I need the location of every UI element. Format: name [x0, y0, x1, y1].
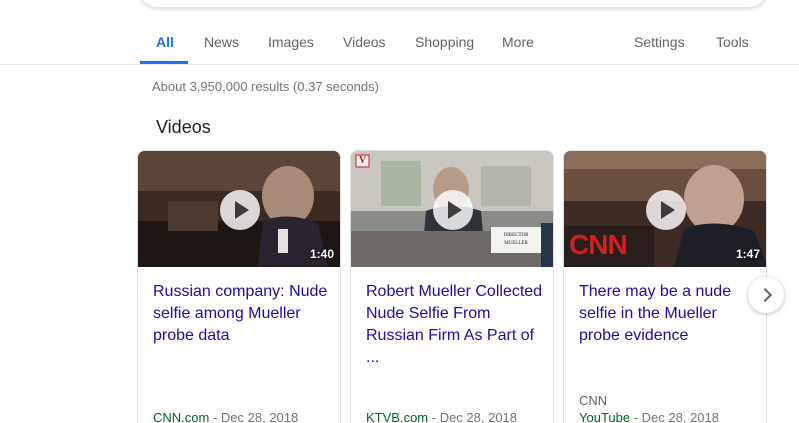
video-title-link[interactable]: There may be a nude selfie in the Muelle…: [579, 281, 757, 347]
result-stats: About 3,950,000 results (0.37 seconds): [152, 79, 379, 94]
video-source: CNN.com: [153, 410, 210, 423]
video-source-line: YouTube - Dec 28, 2018: [579, 410, 719, 423]
tab-images[interactable]: Images: [268, 34, 314, 50]
video-source-line: KTVB.com - Dec 28, 2018: [366, 410, 517, 423]
overlay-logo: V: [359, 155, 367, 166]
videos-section-title: Videos: [156, 117, 211, 137]
video-title-link[interactable]: Robert Mueller Collected Nude Selfie Fro…: [366, 281, 544, 369]
video-card[interactable]: 1:40 Russian company: Nude selfie among …: [137, 150, 341, 423]
tab-settings[interactable]: Settings: [634, 34, 685, 50]
cnn-logo: CNN: [569, 229, 628, 260]
play-icon[interactable]: [433, 190, 473, 230]
chevron-right-icon[interactable]: [748, 277, 784, 313]
video-date: Dec 28, 2018: [641, 410, 719, 423]
video-duration: 1:47: [735, 247, 760, 261]
video-source-line: CNN.com - Dec 28, 2018: [153, 410, 298, 423]
video-date: Dec 28, 2018: [439, 410, 518, 423]
tab-tools[interactable]: Tools: [716, 34, 749, 50]
video-thumbnail[interactable]: V DIRECTOR MUELLER: [351, 151, 553, 267]
nameplate-line1: DIRECTOR: [503, 233, 529, 238]
tab-more[interactable]: More: [502, 34, 534, 50]
video-card[interactable]: V DIRECTOR MUELLER Robert Mueller Collec…: [350, 150, 554, 423]
video-thumbnail[interactable]: 1:40: [138, 151, 340, 267]
play-icon[interactable]: [646, 190, 686, 230]
separator: -: [209, 410, 221, 423]
video-source: KTVB.com: [366, 410, 429, 423]
video-title-link[interactable]: Russian company: Nude selfie among Muell…: [153, 281, 331, 347]
video-card[interactable]: CNN 1:47 There may be a nude selfie in t…: [563, 150, 767, 423]
tab-shopping[interactable]: Shopping: [415, 34, 474, 50]
video-date: Dec 28, 2018: [220, 410, 299, 423]
nameplate-line2: MUELLER: [504, 241, 528, 246]
play-icon[interactable]: [220, 190, 260, 230]
video-source: YouTube: [579, 410, 631, 423]
separator: -: [428, 410, 440, 423]
separator: -: [630, 410, 642, 423]
tab-videos[interactable]: Videos: [343, 34, 386, 50]
tab-news[interactable]: News: [204, 34, 239, 50]
video-duration: 1:40: [309, 247, 334, 261]
tabs-divider: [0, 64, 799, 65]
video-publisher: CNN: [579, 393, 608, 408]
search-tabs: All News Images Videos Shopping More Set…: [0, 22, 799, 64]
tab-all[interactable]: All: [156, 34, 174, 50]
video-thumbnail[interactable]: CNN 1:47: [564, 151, 766, 267]
search-box[interactable]: [138, 0, 768, 8]
